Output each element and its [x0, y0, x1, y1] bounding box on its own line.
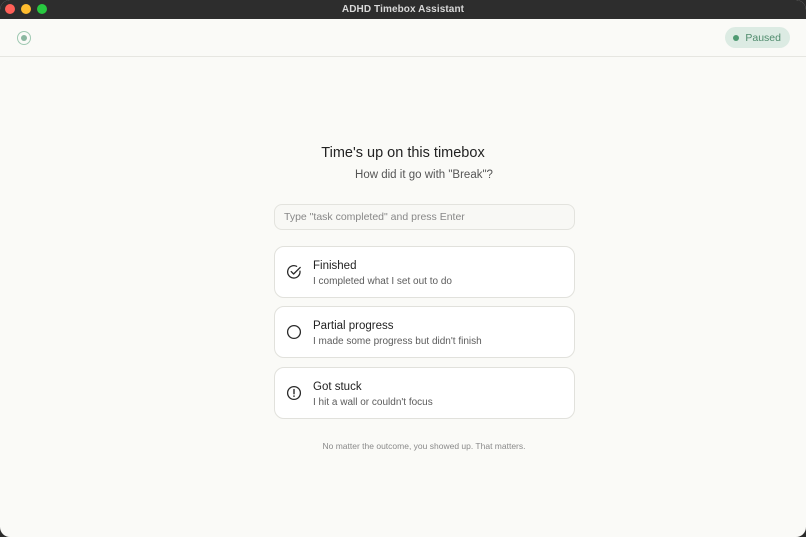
encouragement-note: No matter the outcome, you showed up. Th… — [322, 441, 526, 451]
page-title: Time's up on this timebox — [321, 145, 485, 161]
option-finished[interactable]: Finished I completed what I set out to d… — [274, 246, 575, 298]
option-title: Partial progress — [313, 320, 394, 332]
task-input[interactable] — [274, 204, 575, 230]
window-title: ADHD Timebox Assistant — [341, 4, 465, 15]
app-toolbar: Paused — [0, 19, 806, 57]
status-label: Paused — [745, 31, 781, 44]
alert-circle-icon — [286, 385, 302, 401]
page-subtitle: How did it go with "Break"? — [355, 169, 493, 181]
option-description: I hit a wall or couldn't focus — [313, 397, 433, 408]
window-controls — [5, 4, 47, 14]
status-badge[interactable]: Paused — [725, 27, 790, 48]
status-dot-icon — [733, 34, 740, 41]
minimize-window-button[interactable] — [21, 4, 31, 14]
check-circle-icon — [286, 265, 301, 279]
close-window-button[interactable] — [5, 4, 15, 14]
logo-dot — [21, 35, 27, 41]
option-description: I completed what I set out to do — [313, 276, 452, 287]
maximize-window-button[interactable] — [37, 4, 47, 14]
timer-circle-icon[interactable] — [17, 31, 31, 45]
option-title: Got stuck — [313, 381, 362, 393]
main-content: Time's up on this timebox How did it go … — [0, 57, 806, 537]
option-title: Finished — [313, 260, 357, 272]
option-got-stuck[interactable]: Got stuck I hit a wall or couldn't focus — [274, 367, 575, 419]
app-window: ADHD Timebox Assistant Paused Time's up … — [0, 0, 806, 537]
title-bar: ADHD Timebox Assistant — [0, 0, 806, 19]
option-description: I made some progress but didn't finish — [313, 336, 482, 347]
option-partial-progress[interactable]: Partial progress I made some progress bu… — [274, 306, 575, 358]
empty-circle-icon — [286, 324, 302, 340]
